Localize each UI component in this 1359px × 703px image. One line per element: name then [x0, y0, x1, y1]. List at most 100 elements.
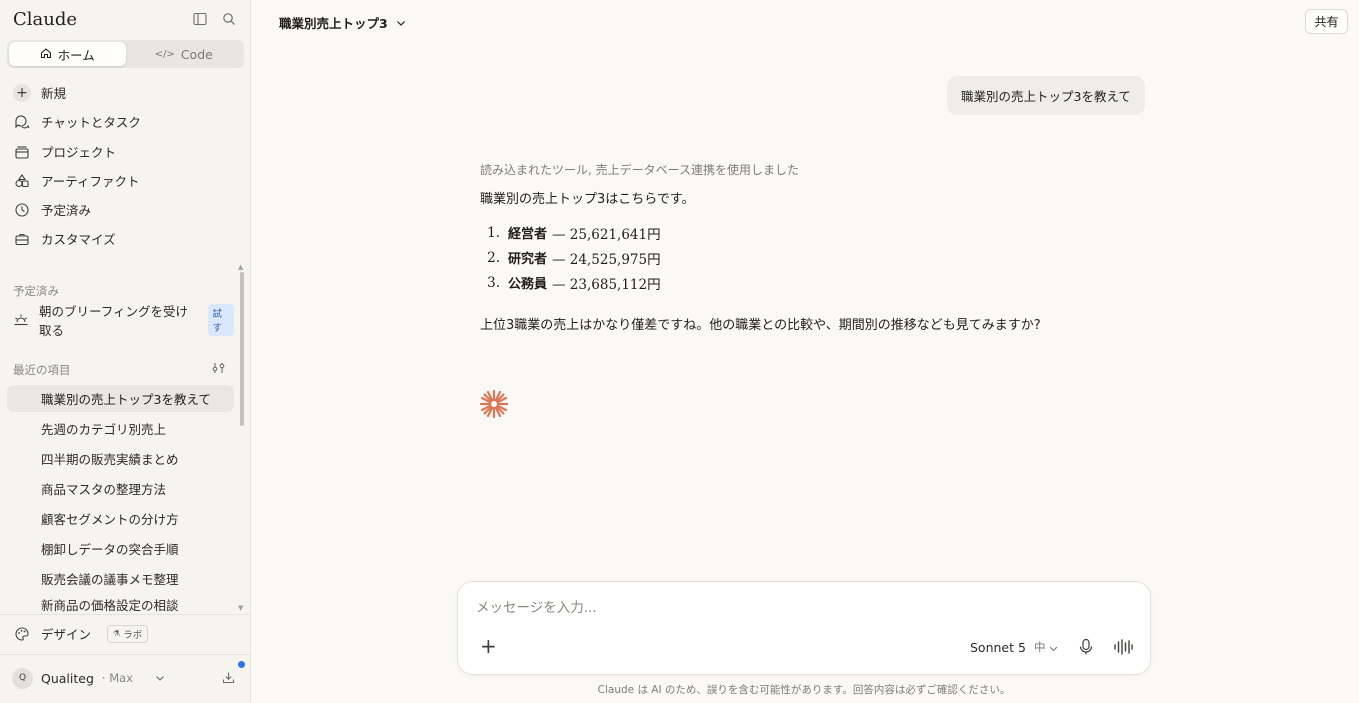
recent-item-label: 職業別の売上トップ3を教えて: [41, 392, 211, 407]
brand-logo: Claude: [13, 9, 78, 30]
sidebar-divider: [0, 614, 251, 615]
occupation-name: 経営者: [508, 227, 548, 242]
list-number: 1.: [487, 224, 500, 241]
avatar: Q: [12, 667, 33, 689]
search-icon[interactable]: [222, 12, 238, 28]
recent-item-label: 先週のカテゴリ別売上: [41, 422, 167, 437]
plus-icon: +: [13, 83, 31, 102]
response-list: 1. 経営者 — 25,621,641円 2. 研究者 — 24,525,975…: [480, 220, 661, 295]
nav-new-chat[interactable]: + 新規: [7, 79, 234, 106]
recent-item-label: 販売会議の議事メモ整理: [41, 572, 179, 587]
briefcase-icon: [13, 230, 31, 248]
recent-item[interactable]: 顧客セグメントの分け方: [7, 505, 234, 532]
tab-code-label: Code: [180, 46, 213, 62]
nav-design[interactable]: デザイン ⚗ ラボ: [7, 620, 234, 647]
scroll-down-arrow[interactable]: ▼: [238, 604, 243, 612]
effort-level: 中: [1033, 640, 1046, 654]
chevron-down-icon: [1049, 640, 1058, 655]
sunrise-icon: [13, 311, 29, 329]
recent-item-label: 新商品の価格設定の相談: [41, 598, 179, 613]
sales-amount: — 23,685,112円: [552, 276, 661, 293]
list-item: 1. 経営者 — 25,621,641円: [480, 220, 661, 245]
chat-icon: [13, 113, 31, 131]
nav-label: 予定済み: [41, 203, 92, 218]
recent-item-active[interactable]: 職業別の売上トップ3を教えて: [7, 385, 234, 412]
nav-scheduled[interactable]: 予定済み: [7, 196, 234, 223]
microphone-icon[interactable]: [1078, 638, 1094, 656]
lab-badge-label: ラボ: [123, 629, 143, 641]
page-title: 職業別売上トップ3: [279, 16, 388, 31]
recent-item[interactable]: 棚卸しデータの突合手順: [7, 535, 234, 562]
user-message: 職業別の売上トップ3を教えて: [947, 76, 1145, 115]
recent-item[interactable]: 先週のカテゴリ別売上: [7, 415, 234, 442]
nav-chats[interactable]: チャットとタスク: [7, 108, 234, 135]
occupation-name: 研究者: [508, 252, 548, 267]
nav-label: アーティファクト: [41, 174, 140, 189]
scheduled-item-label: 朝のブリーフィングを受け取る: [39, 303, 189, 338]
tab-home-label: ホーム: [57, 47, 95, 63]
recent-item-label: 棚卸しデータの突合手順: [41, 542, 179, 557]
list-number: 2.: [487, 249, 500, 266]
nav-projects[interactable]: プロジェクト: [7, 138, 234, 165]
palette-icon: [13, 625, 31, 643]
nav-label: チャットとタスク: [41, 115, 141, 130]
scheduled-briefing-item[interactable]: 朝のブリーフィングを受け取る 試す: [7, 303, 234, 338]
download-icon[interactable]: [222, 671, 235, 688]
sales-amount: — 25,621,641円: [552, 226, 661, 243]
chevron-down-icon: [396, 15, 406, 30]
tab-home[interactable]: ホーム: [9, 42, 126, 66]
chevron-down-icon: [155, 671, 165, 686]
code-icon: </>: [154, 48, 175, 60]
claude-spark-icon: [478, 388, 510, 420]
notification-dot: [238, 661, 245, 668]
sidebar-divider: [0, 654, 251, 655]
list-item: 2. 研究者 — 24,525,975円: [480, 245, 661, 270]
model-selector[interactable]: Sonnet 5 中: [970, 639, 1058, 655]
sales-amount: — 24,525,975円: [552, 251, 661, 268]
recent-item[interactable]: 新商品の価格設定の相談: [7, 595, 234, 614]
recent-item[interactable]: 商品マスタの整理方法: [7, 475, 234, 502]
chat-title-dropdown[interactable]: 職業別売上トップ3: [279, 13, 406, 32]
tab-code[interactable]: </> Code: [126, 42, 243, 66]
nav-artifacts[interactable]: アーティファクト: [7, 167, 234, 194]
response-intro: 職業別の売上トップ3はこちらです。: [480, 192, 695, 207]
list-item: 3. 公務員 — 23,685,112円: [480, 270, 661, 295]
try-badge: 試す: [207, 303, 234, 336]
share-button[interactable]: 共有: [1305, 9, 1348, 34]
scheduled-section-label: 予定済み: [13, 284, 59, 298]
nav-label: プロジェクト: [41, 145, 117, 160]
sidebar: Claude ホーム </> Code + 新規 チャットとタスク プロジェクト…: [0, 0, 251, 703]
response-outro: 上位3職業の売上はかなり僅差ですね。他の職業との比較や、期間別の推移なども見てみ…: [480, 318, 1041, 333]
user-plan: · Max: [101, 671, 133, 685]
home-icon: [40, 47, 52, 62]
list-number: 3.: [487, 274, 500, 291]
user-menu[interactable]: Q Qualiteg · Max: [7, 664, 242, 692]
disclaimer-text: Claude は AI のため、誤りを含む可能性があります。回答内容は必ずご確認…: [597, 684, 1011, 696]
sidebar-toggle-icon[interactable]: [193, 12, 209, 28]
design-label: デザイン: [41, 627, 92, 642]
recent-item-label: 商品マスタの整理方法: [41, 482, 167, 497]
recent-section-label: 最近の項目: [13, 363, 71, 377]
artifact-icon: [13, 172, 31, 190]
folder-icon: [13, 143, 31, 161]
recent-item-label: 四半期の販売実績まとめ: [41, 452, 179, 467]
nav-customize[interactable]: カスタマイズ: [7, 225, 234, 252]
flask-icon: ⚗: [113, 629, 121, 638]
sidebar-scrollbar[interactable]: [240, 272, 244, 426]
message-input[interactable]: [476, 600, 1116, 616]
recent-item[interactable]: 販売会議の議事メモ整理: [7, 565, 234, 592]
mode-switch: ホーム </> Code: [7, 40, 244, 68]
lab-badge: ⚗ ラボ: [107, 624, 149, 643]
tool-usage-summary[interactable]: 読み込まれたツール, 売上データベース連携を使用しました: [480, 161, 799, 178]
occupation-name: 公務員: [508, 277, 548, 292]
nav-label: 新規: [41, 86, 67, 101]
nav-label: カスタマイズ: [41, 232, 116, 247]
filter-icon[interactable]: [212, 362, 226, 378]
voice-mode-icon[interactable]: [1113, 638, 1133, 656]
clock-icon: [13, 201, 31, 219]
message-composer: + Sonnet 5 中: [457, 581, 1151, 675]
scroll-up-arrow[interactable]: ▲: [238, 263, 243, 271]
add-attachment-button[interactable]: +: [480, 636, 497, 656]
recent-item[interactable]: 四半期の販売実績まとめ: [7, 445, 234, 472]
user-name: Qualiteg: [41, 670, 94, 686]
